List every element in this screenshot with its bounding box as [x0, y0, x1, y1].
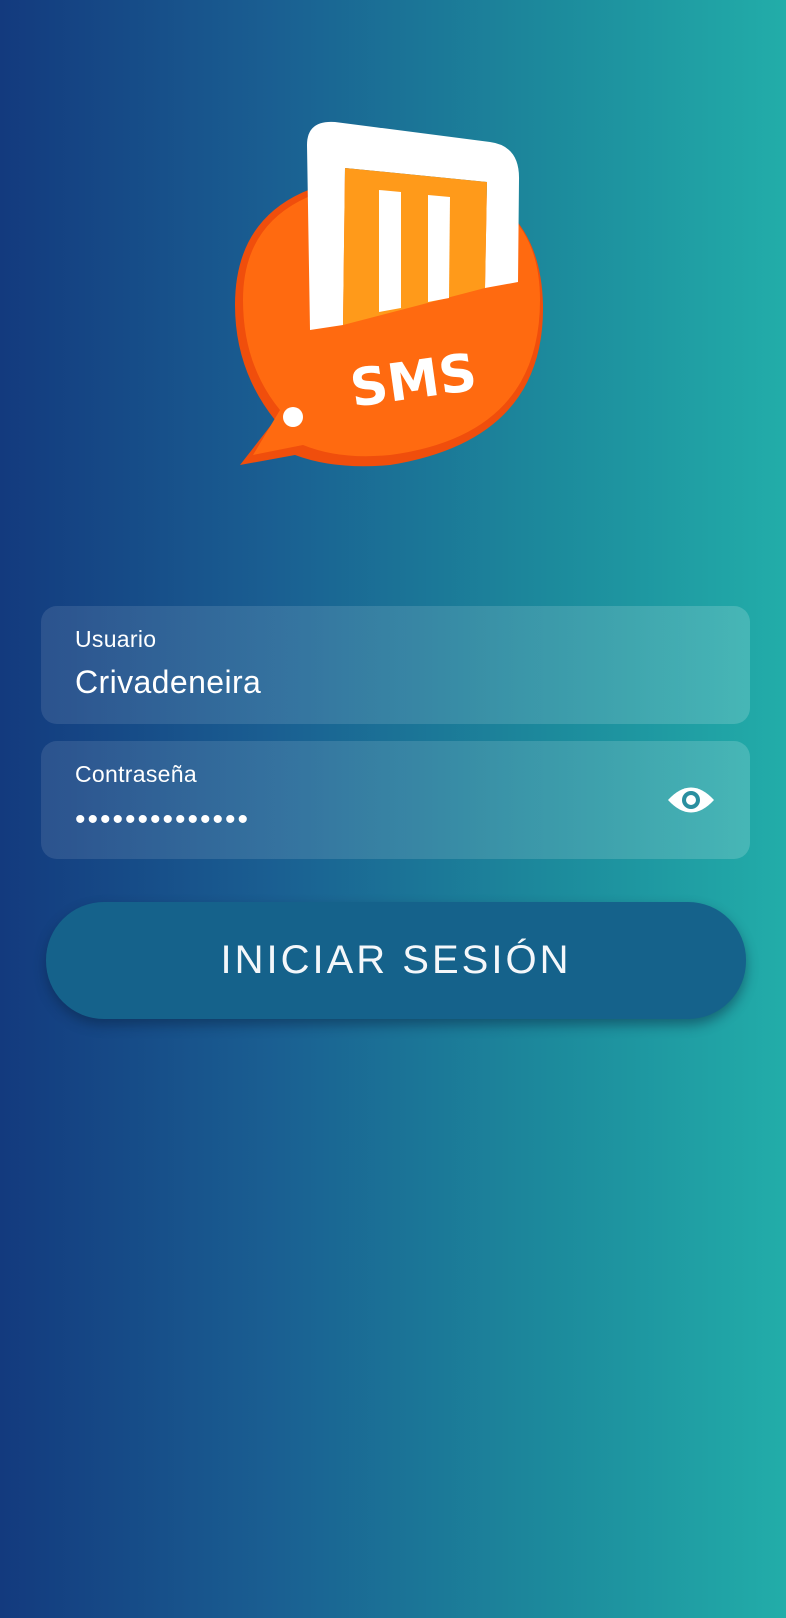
password-input[interactable]: •••••••••••••• — [75, 805, 250, 835]
password-label: Contraseña — [75, 761, 197, 787]
login-button-label: INICIAR SESIÓN — [220, 938, 572, 982]
app-logo: SMS — [225, 120, 565, 480]
login-button[interactable]: INICIAR SESIÓN — [46, 902, 746, 1019]
username-label: Usuario — [75, 626, 157, 652]
password-field[interactable]: Contraseña •••••••••••••• — [41, 741, 750, 859]
username-field[interactable]: Usuario Crivadeneira — [41, 606, 750, 724]
username-input[interactable]: Crivadeneira — [75, 664, 261, 701]
eye-icon[interactable] — [666, 781, 716, 819]
